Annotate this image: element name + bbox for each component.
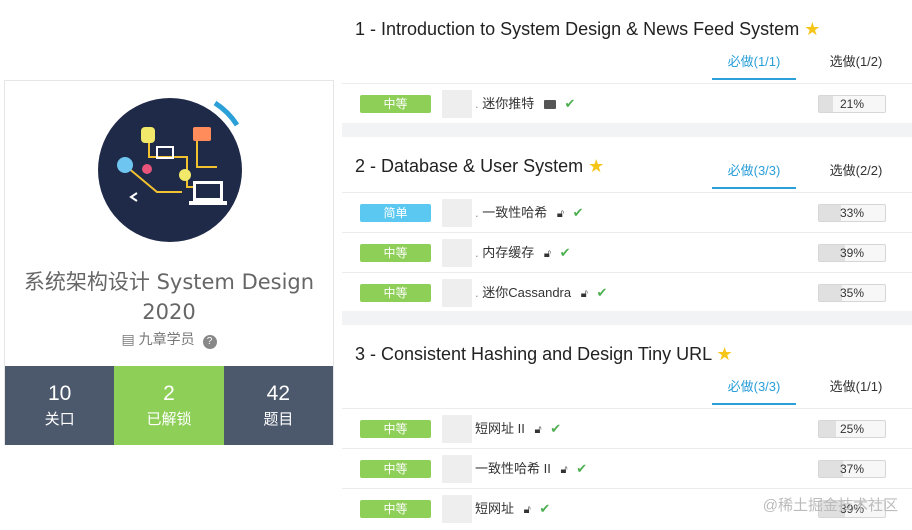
problem-name[interactable]: 短网址 II 🔓︎ ✔ bbox=[475, 409, 561, 449]
problem-id-blurred bbox=[442, 90, 472, 118]
lock-icon: 🔓︎ bbox=[534, 423, 542, 436]
course-logo-icon bbox=[98, 98, 242, 242]
stat-levels[interactable]: 10 关口 bbox=[5, 366, 115, 445]
stat-problems[interactable]: 42 题目 bbox=[223, 366, 333, 445]
level-list: 1 - Introduction to System Design & News… bbox=[342, 0, 912, 525]
progress-bar: 33% bbox=[818, 204, 886, 222]
section-tabs: 必做(3/3) 选做(2/2) bbox=[712, 159, 898, 189]
section-title: 1 - Introduction to System Design & News… bbox=[355, 19, 821, 39]
lock-icon: 🔓︎ bbox=[580, 287, 588, 300]
tab-optional[interactable]: 选做(1/2) bbox=[814, 50, 898, 78]
check-icon: ✔ bbox=[576, 461, 588, 476]
course-title: 系统架构设计 System Design 2020 bbox=[23, 270, 315, 324]
problem-row[interactable]: 中等 . 内存缓存 🔓︎ ✔ 39% bbox=[342, 232, 912, 272]
section-title: 2 - Database & User System ★ bbox=[355, 156, 605, 176]
problem-id-blurred bbox=[442, 279, 472, 307]
problem-row[interactable]: 中等 短网址 II 🔓︎ ✔ 25% bbox=[342, 408, 912, 448]
check-icon: ✔ bbox=[596, 285, 608, 300]
check-icon: ✔ bbox=[572, 205, 584, 220]
progress-bar: 39% bbox=[818, 244, 886, 262]
course-stats: 10 关口 2 已解锁 42 题目 bbox=[5, 366, 333, 445]
lock-icon: 🔓︎ bbox=[543, 247, 552, 260]
tab-required[interactable]: 必做(1/1) bbox=[712, 50, 796, 80]
lock-icon: 🔓︎ bbox=[560, 463, 568, 476]
course-card: 系统架构设计 System Design 2020 ▤ 九章学员 ? 10 关口… bbox=[4, 80, 334, 445]
section-tabs: 必做(1/1) 选做(1/2) bbox=[712, 50, 898, 80]
course-org: ▤ 九章学员 ? bbox=[5, 329, 333, 349]
stat-unlocked[interactable]: 2 已解锁 bbox=[114, 366, 224, 445]
difficulty-badge: 简单 bbox=[360, 204, 431, 222]
tab-required[interactable]: 必做(3/3) bbox=[712, 375, 796, 405]
book-icon: ▤ bbox=[121, 331, 135, 347]
star-icon: ★ bbox=[716, 344, 733, 364]
star-icon: ★ bbox=[804, 19, 821, 39]
tab-required[interactable]: 必做(3/3) bbox=[712, 159, 796, 189]
section-divider bbox=[342, 311, 912, 325]
difficulty-badge: 中等 bbox=[360, 244, 431, 262]
problem-id-blurred bbox=[442, 239, 472, 267]
difficulty-badge: 中等 bbox=[360, 95, 431, 113]
problem-id-blurred bbox=[442, 199, 472, 227]
progress-bar: 21% bbox=[818, 95, 886, 113]
difficulty-badge: 中等 bbox=[360, 420, 431, 438]
difficulty-badge: 中等 bbox=[360, 284, 431, 302]
section-divider bbox=[342, 123, 912, 137]
difficulty-badge: 中等 bbox=[360, 460, 431, 478]
tab-optional[interactable]: 选做(1/1) bbox=[814, 375, 898, 403]
difficulty-badge: 中等 bbox=[360, 500, 431, 518]
progress-bar: 37% bbox=[818, 460, 886, 478]
problem-name[interactable]: 短网址 🔓︎ ✔ bbox=[475, 489, 550, 529]
problem-id-blurred bbox=[442, 495, 472, 523]
progress-bar: 25% bbox=[818, 420, 886, 438]
watermark: @稀土掘金技术社区 bbox=[762, 497, 898, 514]
problem-row[interactable]: 简单 . 一致性哈希 🔓︎ ✔ 33% bbox=[342, 192, 912, 232]
check-icon: ✔ bbox=[559, 245, 571, 260]
section-tabs: 必做(3/3) 选做(1/1) bbox=[712, 375, 898, 405]
problem-name[interactable]: 一致性哈希 II 🔓︎ ✔ bbox=[475, 449, 587, 489]
problem-id-blurred bbox=[442, 455, 472, 483]
progress-bar: 35% bbox=[818, 284, 886, 302]
star-icon: ★ bbox=[588, 156, 605, 176]
problem-id-blurred bbox=[442, 415, 472, 443]
problem-row[interactable]: 中等 一致性哈希 II 🔓︎ ✔ 37% bbox=[342, 448, 912, 488]
check-icon: ✔ bbox=[564, 96, 576, 111]
check-icon: ✔ bbox=[539, 501, 551, 516]
lock-icon: 🔓︎ bbox=[523, 503, 531, 516]
lock-icon: 🔓︎ bbox=[556, 207, 565, 220]
check-icon: ✔ bbox=[550, 421, 562, 436]
section-title: 3 - Consistent Hashing and Design Tiny U… bbox=[355, 344, 733, 364]
briefcase-icon bbox=[543, 100, 556, 110]
level-section-2: 2 - Database & User System ★ 必做(3/3) 选做(… bbox=[342, 137, 912, 311]
level-section-1: 1 - Introduction to System Design & News… bbox=[342, 0, 912, 123]
problem-row[interactable]: 中等 . 迷你Cassandra 🔓︎ ✔ 35% bbox=[342, 272, 912, 312]
problem-name[interactable]: . 一致性哈希 🔓︎ ✔ bbox=[475, 193, 584, 233]
problem-name[interactable]: . 迷你推特 ✔ bbox=[475, 84, 575, 124]
problem-row[interactable]: 中等 . 迷你推特 ✔ 21% bbox=[342, 83, 912, 123]
problem-name[interactable]: . 迷你Cassandra 🔓︎ ✔ bbox=[475, 273, 607, 313]
tab-optional[interactable]: 选做(2/2) bbox=[814, 159, 898, 187]
problem-name[interactable]: . 内存缓存 🔓︎ ✔ bbox=[475, 233, 571, 273]
help-icon[interactable]: ? bbox=[202, 335, 217, 349]
